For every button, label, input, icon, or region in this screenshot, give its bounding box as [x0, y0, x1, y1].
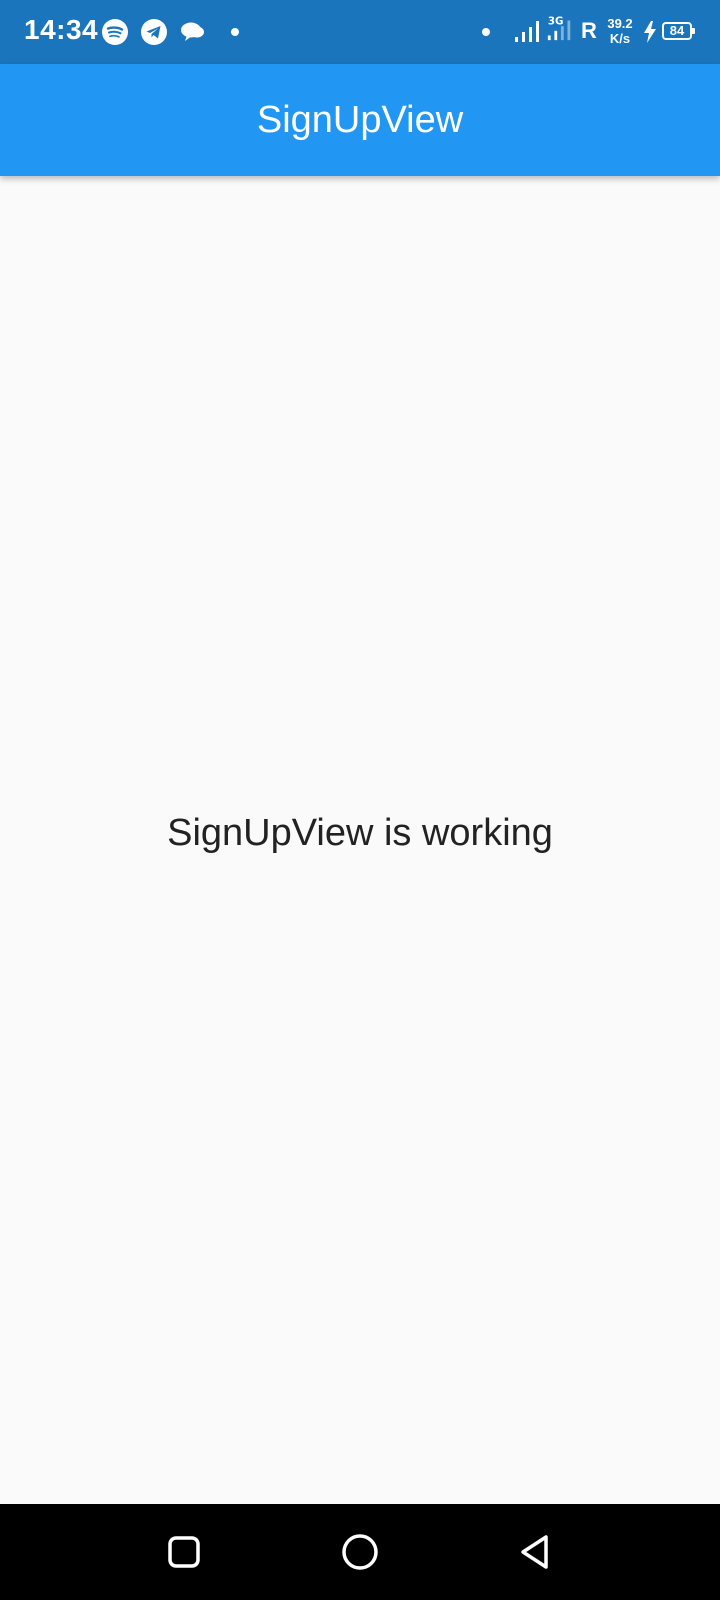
home-icon[interactable]: [336, 1528, 384, 1576]
roaming-indicator: R: [581, 18, 597, 43]
app-bar: SignUpView: [0, 64, 720, 176]
charging-icon: [644, 21, 656, 43]
status-time: 14:34: [24, 14, 99, 45]
network-speed-unit: K/s: [609, 31, 631, 46]
status-bar: 14:34 3G R 39.2 K/s 84: [0, 0, 720, 64]
telegram-icon: [141, 19, 167, 45]
battery-icon: 84: [662, 22, 695, 40]
page-title: SignUpView: [256, 99, 464, 141]
chat-bubble-icon: [181, 22, 204, 41]
wifi-signal-icon: 3G: [547, 15, 571, 41]
svg-text:3G: 3G: [548, 15, 564, 27]
navigation-bar: [0, 1504, 720, 1600]
notification-dot: [231, 28, 239, 36]
phone-screen: 14:34 3G R 39.2 K/s 84 SignUpView SignUp…: [0, 0, 720, 1600]
spotify-icon: [102, 19, 128, 45]
signal-icon: [515, 21, 539, 42]
battery-level: 84: [669, 23, 685, 38]
main-content: SignUpView is working: [0, 176, 720, 1504]
recents-icon[interactable]: [160, 1528, 208, 1576]
status-message: SignUpView is working: [167, 812, 553, 854]
back-icon[interactable]: [512, 1528, 560, 1576]
network-speed: 39.2 K/s: [602, 16, 638, 46]
notification-dot: [482, 28, 490, 36]
network-speed-value: 39.2: [607, 16, 633, 31]
